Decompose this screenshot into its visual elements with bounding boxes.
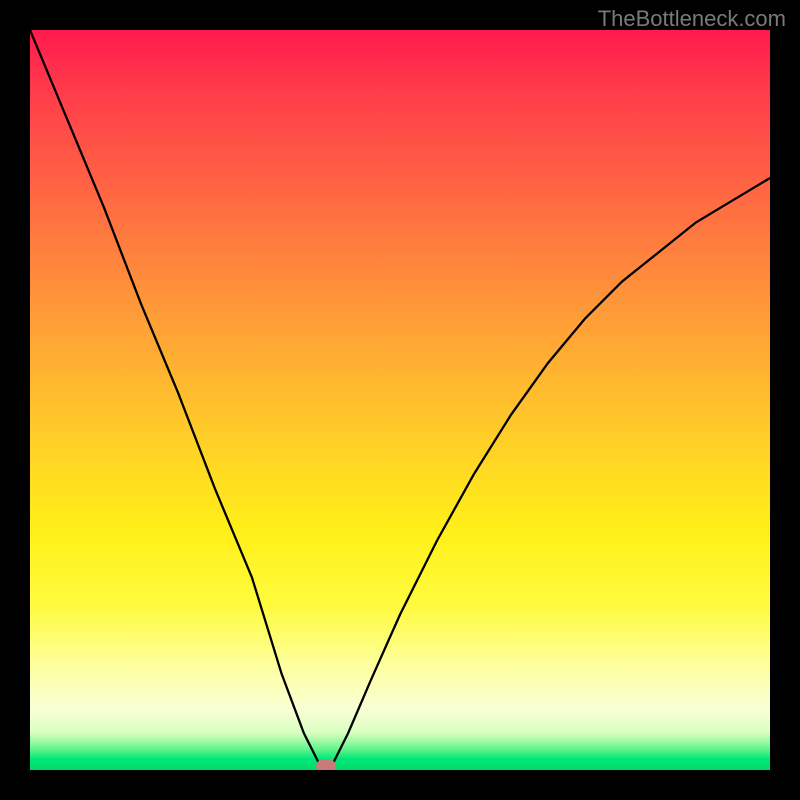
watermark-text: TheBottleneck.com — [598, 6, 786, 32]
chart-container: TheBottleneck.com — [0, 0, 800, 800]
bottleneck-curve-path — [30, 30, 770, 770]
optimal-marker — [316, 760, 336, 770]
curve-svg — [30, 30, 770, 770]
plot-area — [30, 30, 770, 770]
